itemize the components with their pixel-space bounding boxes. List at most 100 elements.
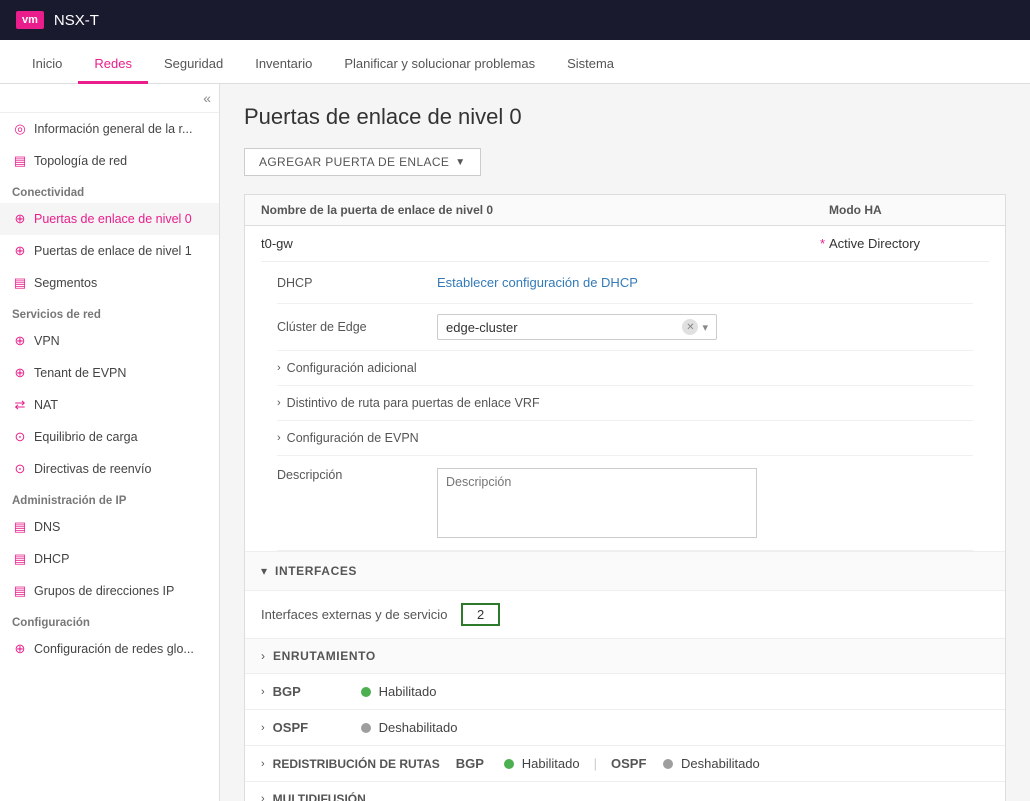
directivas-icon: ⊙ [12,461,28,477]
col-name-header: Nombre de la puerta de enlace de nivel 0 [261,203,829,217]
sidebar-item-label: Grupos de direcciones IP [34,584,174,598]
interfaces-label: Interfaces externas y de servicio [261,607,461,622]
gateway-row: * Active Directory DHCP Establecer confi… [245,226,1005,552]
description-textarea[interactable] [437,468,757,538]
config-adicional-label: Configuración adicional [287,361,417,375]
interfaces-title: INTERFACES [275,564,357,578]
redist-bgp-label: BGP [456,756,496,771]
add-gateway-chevron-icon: ▼ [455,157,465,168]
bgp-row[interactable]: › BGP Habilitado [245,674,1005,710]
interfaces-section-header[interactable]: ▾ INTERFACES [245,552,1005,591]
sidebar-item-label: Puertas de enlace de nivel 0 [34,212,192,226]
config-adicional-row[interactable]: › Configuración adicional [277,351,973,386]
sidebar-item-label: DHCP [34,552,69,566]
gateway-name-input[interactable] [261,236,816,251]
config-adicional-arrow-icon: › [277,362,281,374]
sidebar-item-nivel1[interactable]: ⊕ Puertas de enlace de nivel 1 [0,235,219,267]
gateway-card: Nombre de la puerta de enlace de nivel 0… [244,194,1006,801]
sidebar-item-label: NAT [34,398,58,412]
bgp-arrow-icon: › [261,686,265,698]
ospf-status-dot [361,723,371,733]
sidebar-item-label: Tenant de EVPN [34,366,126,380]
description-label: Descripción [277,468,437,482]
sidebar-collapse-area: « [0,84,219,113]
config-evpn-arrow-icon: › [277,432,281,444]
distintivo-ruta-row[interactable]: › Distintivo de ruta para puertas de enl… [277,386,973,421]
edge-cluster-value: edge-cluster [446,320,682,335]
routing-section-header[interactable]: › ENRUTAMIENTO [245,639,1005,674]
sidebar-item-label: Configuración de redes glo... [34,642,194,656]
app-title: NSX-T [54,12,99,29]
form-section: DHCP Establecer configuración de DHCP Cl… [261,262,989,551]
sidebar-item-label: Segmentos [34,276,97,290]
table-header: Nombre de la puerta de enlace de nivel 0… [245,195,1005,226]
sidebar-item-dns[interactable]: ▤ DNS [0,511,219,543]
bgp-status-dot [361,687,371,697]
config-evpn-row[interactable]: › Configuración de EVPN [277,421,973,456]
evpn-icon: ⊕ [12,365,28,381]
config-evpn-label: Configuración de EVPN [287,431,419,445]
topologia-icon: ▤ [12,153,28,169]
redist-ospf-label: OSPF [611,756,655,771]
sidebar-item-label: Directivas de reenvío [34,462,151,476]
nav-seguridad[interactable]: Seguridad [148,46,239,84]
navbar: Inicio Redes Seguridad Inventario Planif… [0,40,1030,84]
chevron-down-icon[interactable]: ▾ [702,321,708,334]
nav-redes[interactable]: Redes [78,46,148,84]
vpn-icon: ⊕ [12,333,28,349]
bgp-status-text: Habilitado [379,684,437,699]
dns-icon: ▤ [12,519,28,535]
add-gateway-button[interactable]: AGREGAR PUERTA DE ENLACE ▼ [244,148,481,176]
redist-bgp-dot [504,759,514,769]
distintivo-ruta-arrow-icon: › [277,397,281,409]
sidebar-item-segmentos[interactable]: ▤ Segmentos [0,267,219,299]
sidebar-item-info-general[interactable]: ◎ Información general de la r... [0,113,219,145]
sidebar-item-nat[interactable]: ⇄ NAT [0,389,219,421]
sidebar-item-label: Topología de red [34,154,127,168]
dhcp-row: DHCP Establecer configuración de DHCP [277,262,973,304]
nav-inventario[interactable]: Inventario [239,46,328,84]
redist-ospf-dot [663,759,673,769]
clear-icon[interactable]: ✕ [682,319,698,335]
multicast-label: MULTIDIFUSIÓN [273,792,366,801]
nivel1-icon: ⊕ [12,243,28,259]
add-gateway-label: AGREGAR PUERTA DE ENLACE [259,155,449,169]
dhcp-icon: ▤ [12,551,28,567]
sidebar-item-directivas[interactable]: ⊙ Directivas de reenvío [0,453,219,485]
ospf-label: OSPF [273,720,353,735]
interfaces-count-button[interactable]: 2 [461,603,500,626]
equilibrio-icon: ⊙ [12,429,28,445]
nav-planificar[interactable]: Planificar y solucionar problemas [328,46,551,84]
required-indicator: * [820,236,825,251]
redistribution-row[interactable]: › REDISTRIBUCIÓN DE RUTAS BGP Habilitado… [245,746,1005,782]
page-title: Puertas de enlace de nivel 0 [244,104,1006,130]
nav-sistema[interactable]: Sistema [551,46,630,84]
ospf-status-text: Deshabilitado [379,720,458,735]
sidebar-item-dhcp[interactable]: ▤ DHCP [0,543,219,575]
bgp-label: BGP [273,684,353,699]
sidebar-collapse-button[interactable]: « [203,90,211,106]
routing-title: ENRUTAMIENTO [273,649,376,663]
sidebar-section-conectividad: Conectividad [0,177,219,203]
dhcp-link[interactable]: Establecer configuración de DHCP [437,275,973,290]
sidebar-item-topologia[interactable]: ▤ Topología de red [0,145,219,177]
sidebar-item-nivel0[interactable]: ⊕ Puertas de enlace de nivel 0 [0,203,219,235]
sidebar-item-evpn[interactable]: ⊕ Tenant de EVPN [0,357,219,389]
sidebar-item-grupos-ip[interactable]: ▤ Grupos de direcciones IP [0,575,219,607]
nav-inicio[interactable]: Inicio [16,46,78,84]
info-general-icon: ◎ [12,121,28,137]
nivel0-icon: ⊕ [12,211,28,227]
edge-cluster-select[interactable]: edge-cluster ✕ ▾ [437,314,717,340]
nat-icon: ⇄ [12,397,28,413]
sidebar-item-vpn[interactable]: ⊕ VPN [0,325,219,357]
segmentos-icon: ▤ [12,275,28,291]
layout: « ◎ Información general de la r... ▤ Top… [0,84,1030,801]
routing-collapse-icon: › [261,649,265,663]
sidebar-item-config-redes[interactable]: ⊕ Configuración de redes glo... [0,633,219,665]
ospf-row[interactable]: › OSPF Deshabilitado [245,710,1005,746]
config-redes-icon: ⊕ [12,641,28,657]
pipe-separator: | [594,756,597,771]
sidebar: « ◎ Información general de la r... ▤ Top… [0,84,220,801]
multicast-row[interactable]: › MULTIDIFUSIÓN [245,782,1005,801]
sidebar-item-equilibrio[interactable]: ⊙ Equilibrio de carga [0,421,219,453]
